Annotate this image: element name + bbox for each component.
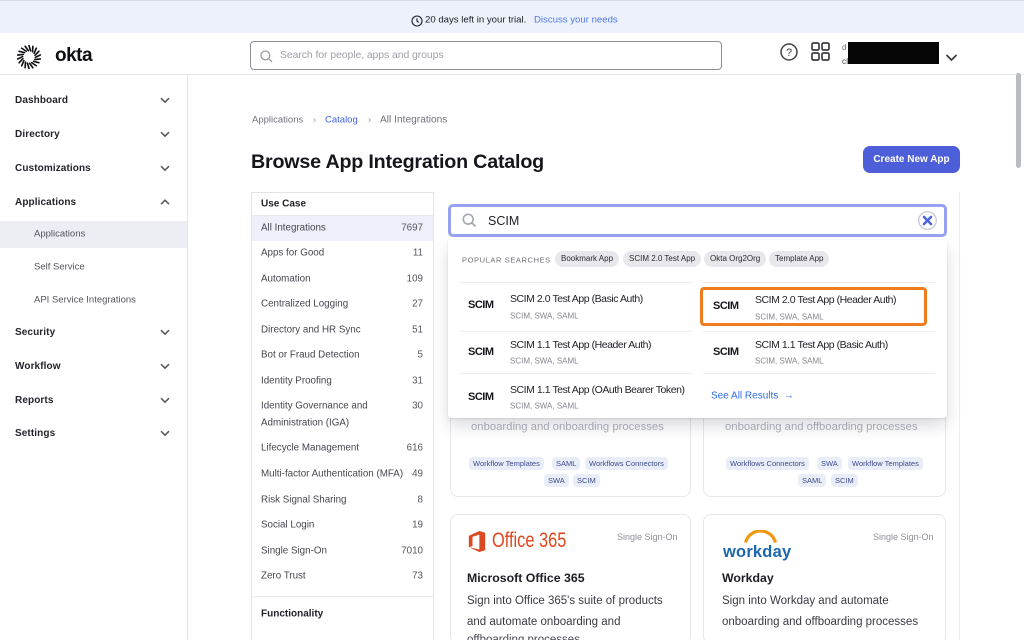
svg-text:?: ?: [786, 47, 792, 59]
